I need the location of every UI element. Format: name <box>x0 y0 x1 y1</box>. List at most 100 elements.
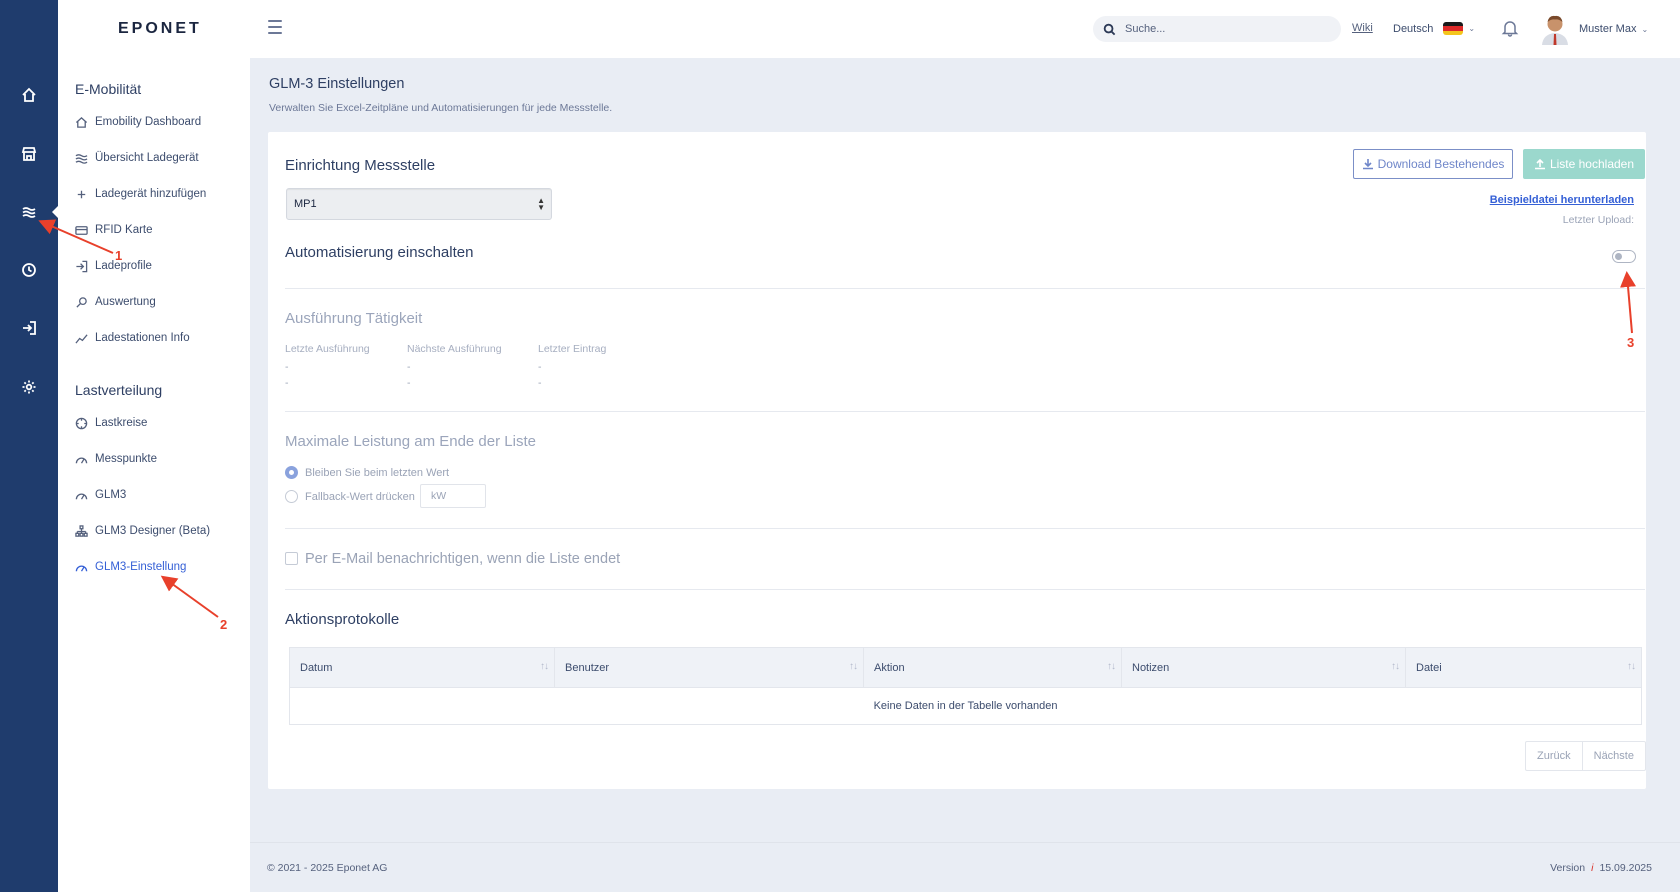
sidebar-item-uebersicht-ladegeraet[interactable]: Übersicht Ladegerät <box>75 146 245 170</box>
gauge-icon <box>75 488 95 502</box>
copyright-text: © 2021 - 2025 Eponet AG <box>267 862 388 874</box>
upload-list-button[interactable]: Liste hochladen <box>1523 149 1645 179</box>
radio-keep-last-value[interactable] <box>285 466 298 479</box>
kw-placeholder: kW <box>431 490 447 502</box>
fallback-kw-input[interactable]: kW <box>420 484 486 508</box>
info-icon[interactable]: i <box>1591 862 1593 874</box>
upload-icon <box>1534 158 1545 170</box>
home-icon <box>22 87 36 102</box>
column-header-aktion[interactable]: Aktion ↑↓ <box>864 648 1122 687</box>
gear-icon <box>22 380 36 394</box>
wiki-link[interactable]: Wiki <box>1352 22 1373 34</box>
sidebar-item-glm3[interactable]: GLM3 <box>75 483 245 507</box>
sample-file-link[interactable]: Beispieldatei herunterladen <box>1490 194 1634 206</box>
last-execution-value: - <box>285 361 289 373</box>
rail-settings-button[interactable] <box>0 367 58 407</box>
plus-icon <box>75 187 95 201</box>
sort-icon: ↑↓ <box>849 661 858 672</box>
waves-icon <box>75 151 95 165</box>
upload-button-label: Liste hochladen <box>1549 157 1635 171</box>
next-execution-label: Nächste Ausführung <box>407 343 502 355</box>
footer-divider <box>250 842 1680 843</box>
rail-store-button[interactable] <box>0 134 58 174</box>
brand-logo[interactable]: EPONET <box>118 20 202 38</box>
notifications-button[interactable] <box>1501 19 1519 42</box>
section-emobility: E-Mobilität <box>75 81 142 97</box>
max-power-heading: Maximale Leistung am Ende der Liste <box>285 433 536 450</box>
top-header: Wiki Deutsch ⌄ Muster Max ⌄ <box>250 0 1680 58</box>
email-notify-checkbox[interactable] <box>285 552 298 565</box>
column-label: Datum <box>300 661 333 674</box>
section-lastverteilung: Lastverteilung <box>75 382 163 398</box>
sidebar-item-ladestationen-info[interactable]: Ladestationen Info <box>75 326 245 350</box>
clock-icon <box>22 263 36 277</box>
email-notify-label: Per E-Mail benachrichtigen, wenn die Lis… <box>305 551 621 567</box>
card-icon <box>75 223 95 237</box>
sidebar-item-glm3-einstellung[interactable]: GLM3-Einstellung <box>75 555 245 579</box>
sidebar-item-messpunkte[interactable]: Messpunkte <box>75 447 245 471</box>
rail-clock-button[interactable] <box>0 250 58 290</box>
user-menu[interactable]: Muster Max ⌄ <box>1579 23 1648 35</box>
menu-toggle-button[interactable] <box>268 20 282 34</box>
column-header-benutzer[interactable]: Benutzer ↑↓ <box>555 648 864 687</box>
page-title: GLM-3 Einstellungen <box>269 76 405 92</box>
next-execution-value: - <box>407 377 411 389</box>
sidebar-item-label: Lastkreise <box>95 417 148 429</box>
chevron-down-icon: ⌄ <box>1468 24 1476 33</box>
store-icon <box>21 147 37 161</box>
gauge-icon <box>75 452 95 466</box>
settings-card: Einrichtung Messstelle MP1 ▲ ▼ Download B… <box>268 132 1646 789</box>
search-box[interactable] <box>1093 16 1341 42</box>
column-header-datei[interactable]: Datei ↑↓ <box>1406 648 1641 687</box>
automation-toggle[interactable] <box>1612 250 1636 263</box>
language-selector[interactable]: Deutsch ⌄ <box>1393 22 1475 35</box>
measuring-point-select[interactable]: MP1 ▲ ▼ <box>286 188 552 220</box>
last-entry-value: - <box>538 361 542 373</box>
last-upload-label: Letzter Upload: <box>1562 214 1634 226</box>
prev-page-button[interactable]: Zurück <box>1526 742 1582 770</box>
rail-login-button[interactable] <box>0 308 58 348</box>
hierarchy-icon <box>75 524 95 538</box>
avatar[interactable] <box>1540 13 1570 45</box>
divider <box>285 528 1645 529</box>
toggle-knob <box>1615 253 1622 260</box>
column-header-notizen[interactable]: Notizen ↑↓ <box>1122 648 1406 687</box>
sidebar-item-rfid-karte[interactable]: RFID Karte <box>75 218 245 242</box>
sidebar-item-label: Ladegerät hinzufügen <box>95 188 207 200</box>
icon-rail <box>0 0 59 892</box>
sidebar-item-lastkreise[interactable]: Lastkreise <box>75 411 245 435</box>
setup-heading: Einrichtung Messstelle <box>285 157 436 174</box>
login-icon <box>75 259 95 273</box>
sidebar-item-emobility-dashboard[interactable]: Emobility Dashboard <box>75 110 245 134</box>
radio-keep-last-label: Bleiben Sie beim letzten Wert <box>305 467 450 479</box>
language-label: Deutsch <box>1393 22 1434 35</box>
sidebar-item-ladegeraet-hinzufuegen[interactable]: Ladegerät hinzufügen <box>75 182 245 206</box>
table-header: Datum ↑↓ Benutzer ↑↓ Aktion ↑↓ Notizen ↑↓ Da… <box>290 648 1641 687</box>
automation-heading: Automatisierung einschalten <box>285 244 474 261</box>
waves-icon <box>22 207 36 218</box>
last-entry-value: - <box>538 377 542 389</box>
sidebar-item-ladeprofile[interactable]: Ladeprofile <box>75 254 245 278</box>
column-label: Benutzer <box>565 661 610 674</box>
column-header-datum[interactable]: Datum ↑↓ <box>290 648 555 687</box>
hamburger-line <box>268 32 282 34</box>
annotation-label-3: 3 <box>1627 335 1635 350</box>
column-label: Datei <box>1416 661 1442 674</box>
execution-heading: Ausführung Tätigkeit <box>285 310 423 327</box>
sidebar-item-label: GLM3 Designer (Beta) <box>95 525 211 537</box>
table-empty-row: Keine Daten in der Tabelle vorhanden <box>290 687 1641 724</box>
search-input[interactable] <box>1125 23 1325 35</box>
sidebar-item-auswertung[interactable]: Auswertung <box>75 290 245 314</box>
next-page-button[interactable]: Nächste <box>1581 742 1645 770</box>
sort-icon: ↑↓ <box>540 661 549 672</box>
rail-home-button[interactable] <box>0 75 58 115</box>
sidebar-item-label: GLM3 <box>95 489 127 501</box>
sidebar-item-glm3-designer[interactable]: GLM3 Designer (Beta) <box>75 519 245 543</box>
download-existing-button[interactable]: Download Bestehendes <box>1353 149 1513 179</box>
rail-waves-button[interactable] <box>0 192 58 232</box>
action-log-table: Datum ↑↓ Benutzer ↑↓ Aktion ↑↓ Notizen ↑↓ Da… <box>289 647 1642 725</box>
sidebar-item-label: Emobility Dashboard <box>95 116 202 128</box>
sidebar-item-label: RFID Karte <box>95 224 153 236</box>
pagination: Zurück Nächste <box>1525 741 1646 771</box>
radio-fallback-value[interactable] <box>285 490 298 503</box>
